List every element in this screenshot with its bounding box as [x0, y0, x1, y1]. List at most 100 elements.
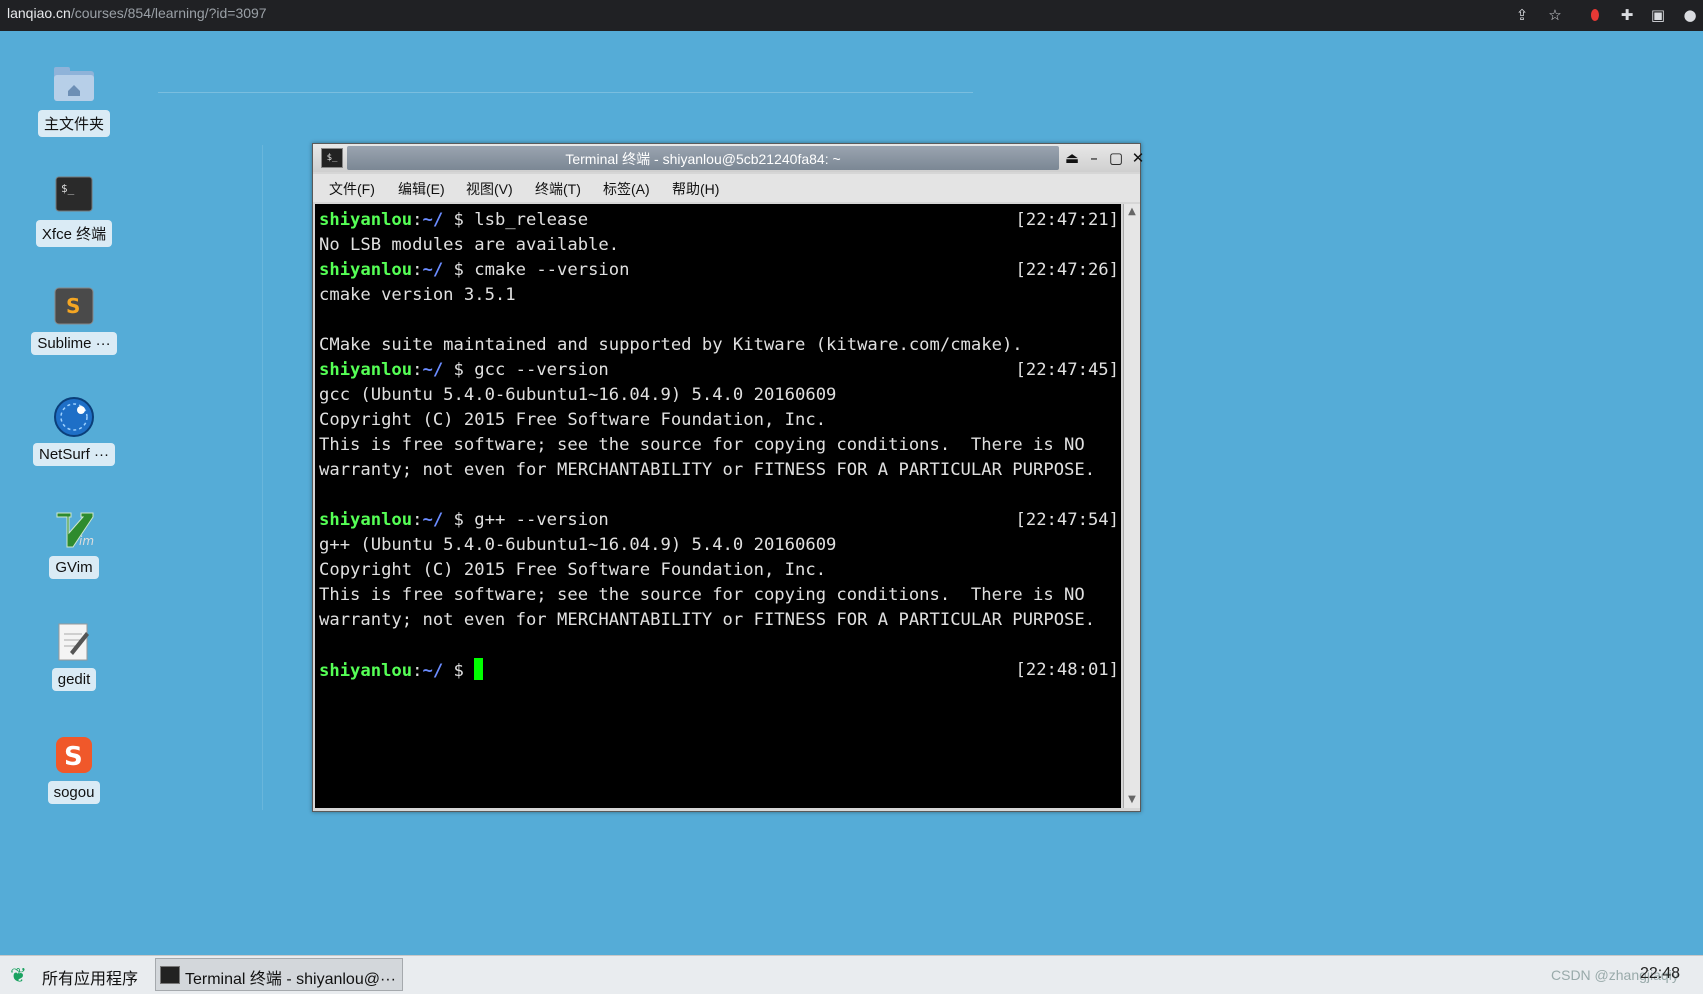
terminal-line: This is free software; see the source fo…: [319, 433, 1119, 458]
terminal-line: shiyanlou:~/ $ g++ --version [22:47:54]: [319, 508, 1119, 533]
command-text: gcc --version: [474, 360, 609, 380]
prompt-separator: :: [412, 661, 423, 681]
prompt-separator: :: [412, 210, 423, 230]
profile-icon[interactable]: ●: [1679, 4, 1701, 26]
window-title: Terminal 终端 - shiyanlou@5cb21240fa84: ~: [565, 151, 841, 167]
maximize-icon[interactable]: ▢: [1106, 148, 1126, 168]
svg-text:$_: $_: [61, 182, 75, 195]
desktop-icon-label: gedit: [51, 668, 97, 691]
netsurf-icon: [52, 395, 96, 439]
prompt-dir: ~/: [422, 661, 444, 681]
desktop-icon-sogou[interactable]: S sogou: [24, 733, 124, 804]
close-icon[interactable]: ✕: [1128, 148, 1148, 168]
scroll-down-icon[interactable]: ▼: [1124, 792, 1140, 808]
desktop-icon-label: 主文件夹: [37, 110, 110, 137]
output-text: warranty; not even for MERCHANTABILITY o…: [319, 460, 1096, 480]
prompt-dir: ~/: [422, 210, 444, 230]
prompt-separator: :: [412, 510, 423, 530]
menu-file[interactable]: 文件(F): [329, 179, 375, 199]
scroll-up-icon[interactable]: ▲: [1124, 204, 1140, 220]
terminal-titlebar[interactable]: $_ Terminal 终端 - shiyanlou@5cb21240fa84:…: [313, 144, 1144, 172]
terminal-line: shiyanlou:~/ $ cmake --version [22:47:26]: [319, 258, 1119, 283]
taskbar-item-terminal[interactable]: Terminal 终端 - shiyanlou@···: [155, 958, 403, 991]
prompt-user: shiyanlou: [319, 360, 413, 380]
terminal-scrollbar[interactable]: ▲ ▼: [1123, 204, 1140, 808]
terminal-window[interactable]: $_ Terminal 终端 - shiyanlou@5cb21240fa84:…: [312, 143, 1144, 812]
background-line: [158, 92, 973, 93]
terminal-app-icon[interactable]: $_: [321, 148, 343, 168]
prompt-user: shiyanlou: [319, 661, 413, 681]
desktop-icon-netsurf[interactable]: NetSurf ···: [24, 395, 124, 466]
clock[interactable]: 22:48: [1640, 965, 1680, 983]
taskbar: ❦ 所有应用程序 Terminal 终端 - shiyanlou@··· CSD…: [0, 955, 1703, 994]
prompt-dir: ~/: [422, 260, 444, 280]
home-folder-icon: [52, 62, 96, 106]
menu-terminal[interactable]: 终端(T): [535, 179, 581, 199]
app-menu-icon[interactable]: ❦: [10, 964, 32, 986]
share-icon[interactable]: ⇪: [1511, 4, 1533, 26]
menu-tabs[interactable]: 标签(A): [603, 179, 650, 199]
prompt-dollar: $: [443, 661, 475, 681]
terminal-output: shiyanlou:~/ $ lsb_release [22:47:21] No L…: [319, 208, 1119, 683]
terminal-line: No LSB modules are available.: [319, 233, 1119, 258]
desktop-icon-sublime[interactable]: S Sublime ···: [24, 284, 124, 355]
prompt-dir: ~/: [422, 510, 444, 530]
sublime-icon: S: [52, 284, 96, 328]
output-text: CMake suite maintained and supported by …: [319, 335, 1023, 355]
command-text: cmake --version: [474, 260, 630, 280]
terminal-icon: [160, 966, 180, 984]
url-host: lanqiao.cn: [7, 5, 71, 21]
terminal-menubar: 文件(F) 编辑(E) 视图(V) 终端(T) 标签(A) 帮助(H): [313, 174, 1140, 202]
record-icon[interactable]: ⬮: [1584, 4, 1606, 26]
desktop-icon-terminal[interactable]: $_ Xfce 终端: [24, 172, 124, 247]
extensions-icon[interactable]: ✚: [1616, 4, 1638, 26]
command-text: g++ --version: [474, 510, 609, 530]
timestamp: [22:47:21]: [1015, 210, 1119, 230]
terminal-line: Copyright (C) 2015 Free Software Foundat…: [319, 408, 1119, 433]
terminal-line: shiyanlou:~/ $ gcc --version [22:47:45]: [319, 358, 1119, 383]
menu-edit[interactable]: 编辑(E): [398, 179, 445, 199]
timestamp: [22:48:01]: [1015, 660, 1119, 680]
timestamp: [22:47:45]: [1015, 360, 1119, 380]
prompt-user: shiyanlou: [319, 510, 413, 530]
browser-toolbar: lanqiao.cn/courses/854/learning/?id=3097…: [0, 0, 1703, 31]
prompt-separator: :: [412, 360, 423, 380]
prompt-user: shiyanlou: [319, 260, 413, 280]
terminal-line: Copyright (C) 2015 Free Software Foundat…: [319, 558, 1119, 583]
output-text: cmake version 3.5.1: [319, 285, 516, 305]
title-strip[interactable]: Terminal 终端 - shiyanlou@5cb21240fa84: ~: [347, 146, 1059, 170]
desktop-icon-label: Xfce 终端: [35, 220, 113, 247]
menu-view[interactable]: 视图(V): [466, 179, 513, 199]
command-text: lsb_release: [474, 210, 589, 230]
menu-help[interactable]: 帮助(H): [672, 179, 719, 199]
gvim-icon: im: [52, 508, 96, 552]
desktop-icon-gvim[interactable]: im GVim: [24, 508, 124, 579]
prompt-user: shiyanlou: [319, 210, 413, 230]
prompt-dir: ~/: [422, 360, 444, 380]
svg-text:S: S: [66, 294, 80, 318]
terminal-line: warranty; not even for MERCHANTABILITY o…: [319, 458, 1119, 483]
terminal-line: gcc (Ubuntu 5.4.0-6ubuntu1~16.04.9) 5.4.…: [319, 383, 1119, 408]
terminal-line: warranty; not even for MERCHANTABILITY o…: [319, 608, 1119, 633]
minimize-icon[interactable]: –: [1084, 148, 1104, 168]
shade-icon[interactable]: ⏏: [1062, 148, 1082, 168]
address-bar[interactable]: lanqiao.cn/courses/854/learning/?id=3097: [7, 5, 267, 21]
terminal-line: shiyanlou:~/ $ lsb_release [22:47:21]: [319, 208, 1119, 233]
sidepanel-icon[interactable]: ▣: [1647, 4, 1669, 26]
desktop-icon-home-folder[interactable]: 主文件夹: [24, 62, 124, 137]
terminal-line: CMake suite maintained and supported by …: [319, 333, 1119, 358]
desktop-icon-gedit[interactable]: gedit: [24, 620, 124, 691]
taskbar-item-label: Terminal 终端 - shiyanlou@···: [185, 971, 396, 988]
prompt-dollar: $: [443, 360, 475, 380]
terminal-screen[interactable]: shiyanlou:~/ $ lsb_release [22:47:21] No L…: [315, 204, 1121, 808]
terminal-icon: $_: [52, 172, 96, 216]
output-text: gcc (Ubuntu 5.4.0-6ubuntu1~16.04.9) 5.4.…: [319, 385, 837, 405]
app-menu-button[interactable]: 所有应用程序: [42, 965, 138, 989]
star-icon[interactable]: ☆: [1544, 4, 1566, 26]
timestamp: [22:47:54]: [1015, 510, 1119, 530]
output-text: Copyright (C) 2015 Free Software Foundat…: [319, 410, 827, 430]
background-line: [262, 145, 263, 810]
